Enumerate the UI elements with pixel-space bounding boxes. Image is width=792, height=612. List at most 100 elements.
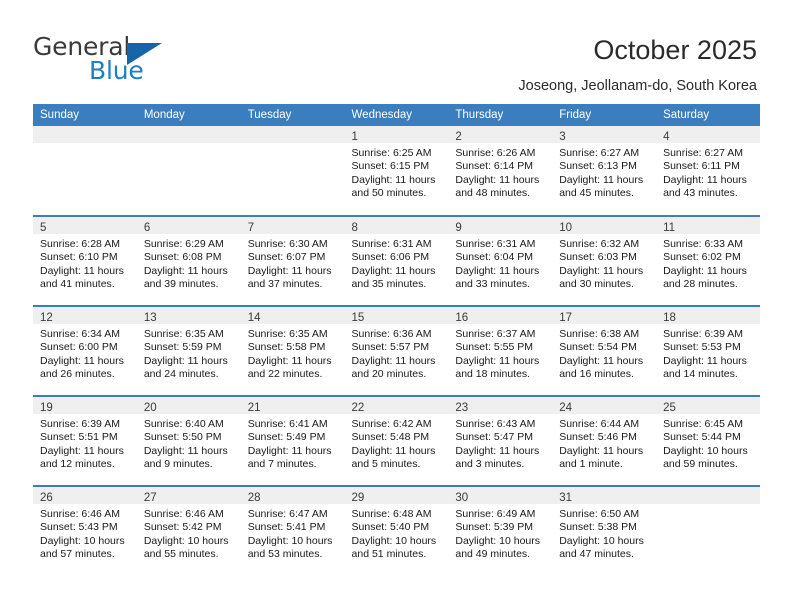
day-number: 17 bbox=[559, 312, 573, 324]
day-detail-line: Sunrise: 6:33 AM bbox=[663, 238, 744, 250]
weekday-header-wednesday: Wednesday bbox=[344, 104, 449, 126]
day-detail-line: and 14 minutes. bbox=[663, 368, 738, 381]
day-detail-line: Daylight: 10 hours bbox=[40, 534, 125, 547]
day-detail: Sunrise: 6:44 AM Sunset: 5:46 PM Daylight:… bbox=[552, 414, 656, 472]
day-detail-line: Sunrise: 6:29 AM bbox=[143, 238, 224, 250]
day-number: 5 bbox=[40, 222, 47, 234]
calendar-day-cell[interactable]: 13 Sunrise: 6:35 AM Sunset: 5:59 PM Dayligh… bbox=[136, 305, 241, 396]
calendar-day-cell[interactable]: 21 Sunrise: 6:41 AM Sunset: 5:49 PM Dayligh… bbox=[240, 395, 345, 486]
day-number-band: 2 bbox=[448, 126, 553, 143]
calendar-day-cell[interactable]: 28 Sunrise: 6:47 AM Sunset: 5:41 PM Dayligh… bbox=[240, 485, 345, 576]
day-detail: Sunrise: 6:27 AM Sunset: 6:11 PM Daylight:… bbox=[656, 143, 760, 201]
day-detail-line: Sunset: 5:50 PM bbox=[143, 431, 222, 444]
calendar-day-cell[interactable]: 4 Sunrise: 6:27 AM Sunset: 6:11 PM Daylight… bbox=[656, 126, 760, 216]
calendar-day-cell[interactable]: 12 Sunrise: 6:34 AM Sunset: 6:00 PM Dayligh… bbox=[33, 305, 137, 396]
calendar-day-cell[interactable]: 6 Sunrise: 6:29 AM Sunset: 6:08 PM Daylight… bbox=[136, 215, 241, 306]
calendar-day-cell[interactable]: 19 Sunrise: 6:39 AM Sunset: 5:51 PM Dayligh… bbox=[33, 395, 137, 486]
day-detail-line: Daylight: 11 hours bbox=[143, 354, 228, 367]
day-detail-line: Daylight: 10 hours bbox=[455, 534, 541, 547]
day-detail-line: and 53 minutes. bbox=[247, 548, 323, 561]
day-detail: Sunrise: 6:35 AM Sunset: 5:59 PM Daylight:… bbox=[137, 324, 241, 382]
day-number-band: 27 bbox=[136, 488, 241, 504]
day-detail-line: Sunrise: 6:36 AM bbox=[351, 328, 432, 340]
day-number-band: 5 bbox=[33, 218, 137, 234]
day-detail-line: Sunset: 6:10 PM bbox=[40, 251, 118, 264]
calendar-day-cell[interactable]: 23 Sunrise: 6:43 AM Sunset: 5:47 PM Dayligh… bbox=[448, 395, 553, 486]
day-detail-line: Sunset: 5:55 PM bbox=[455, 341, 534, 354]
calendar-day-cell[interactable]: 9 Sunrise: 6:31 AM Sunset: 6:04 PM Daylight… bbox=[448, 215, 553, 306]
day-number-band: 9 bbox=[448, 218, 553, 234]
day-detail-line: Sunrise: 6:44 AM bbox=[559, 418, 640, 430]
weekday-header-saturday: Saturday bbox=[656, 104, 760, 126]
day-detail: Sunrise: 6:43 AM Sunset: 5:47 PM Daylight:… bbox=[448, 414, 552, 472]
calendar-day-cell[interactable]: 31 Sunrise: 6:50 AM Sunset: 5:38 PM Dayligh… bbox=[552, 485, 657, 576]
day-detail-line: and 35 minutes. bbox=[351, 278, 427, 291]
calendar-day-cell[interactable]: 17 Sunrise: 6:38 AM Sunset: 5:54 PM Dayligh… bbox=[552, 305, 657, 396]
calendar-day-cell[interactable]: 3 Sunrise: 6:27 AM Sunset: 6:13 PM Daylight… bbox=[552, 126, 657, 216]
day-detail-line: Daylight: 11 hours bbox=[351, 264, 436, 277]
calendar-day-cell[interactable]: 29 Sunrise: 6:48 AM Sunset: 5:40 PM Dayligh… bbox=[344, 485, 449, 576]
calendar-day-cell[interactable]: 11 Sunrise: 6:33 AM Sunset: 6:02 PM Dayligh… bbox=[656, 215, 760, 306]
day-detail-line: Sunset: 6:08 PM bbox=[143, 251, 222, 264]
day-number: 8 bbox=[351, 222, 358, 234]
calendar-day-cell[interactable]: 22 Sunrise: 6:42 AM Sunset: 5:48 PM Dayligh… bbox=[344, 395, 449, 486]
calendar-day-cell[interactable]: 20 Sunrise: 6:40 AM Sunset: 5:50 PM Dayligh… bbox=[136, 395, 241, 486]
day-detail-line: and 30 minutes. bbox=[559, 278, 634, 291]
day-number: 10 bbox=[559, 222, 573, 234]
day-number: 19 bbox=[40, 402, 53, 414]
page-title: October 2025 bbox=[593, 35, 757, 65]
page-header: General Blue October 2025 Joseong, Jeoll… bbox=[0, 0, 792, 104]
day-detail-line: Daylight: 11 hours bbox=[40, 264, 124, 277]
brand-logo[interactable]: General Blue bbox=[33, 33, 253, 85]
calendar-day-cell[interactable]: 15 Sunrise: 6:36 AM Sunset: 5:57 PM Dayligh… bbox=[344, 305, 449, 396]
day-detail-line: Daylight: 11 hours bbox=[143, 444, 228, 457]
day-number-band: 25 bbox=[656, 398, 760, 414]
day-detail-line: Daylight: 10 hours bbox=[663, 444, 748, 457]
calendar-day-cell[interactable]: 1 Sunrise: 6:25 AM Sunset: 6:15 PM Daylight… bbox=[344, 126, 449, 216]
day-detail-line: Daylight: 11 hours bbox=[559, 264, 644, 277]
day-detail-line: Daylight: 11 hours bbox=[247, 354, 332, 367]
day-detail-line: Sunset: 6:02 PM bbox=[663, 251, 741, 264]
day-number: 29 bbox=[351, 492, 365, 504]
day-number: 27 bbox=[143, 492, 157, 504]
day-detail-line: Sunset: 6:07 PM bbox=[247, 251, 326, 264]
calendar-day-cell[interactable]: 16 Sunrise: 6:37 AM Sunset: 5:55 PM Dayligh… bbox=[448, 305, 553, 396]
day-detail: Sunrise: 6:33 AM Sunset: 6:02 PM Daylight:… bbox=[656, 234, 760, 292]
day-detail-line: Sunrise: 6:41 AM bbox=[247, 418, 328, 430]
calendar-day-cell[interactable]: 24 Sunrise: 6:44 AM Sunset: 5:46 PM Dayligh… bbox=[552, 395, 657, 486]
day-number-band: 3 bbox=[552, 126, 657, 143]
day-number-band: 19 bbox=[33, 398, 137, 414]
day-detail-line: Sunrise: 6:30 AM bbox=[247, 238, 328, 250]
day-detail: Sunrise: 6:42 AM Sunset: 5:48 PM Daylight:… bbox=[345, 414, 449, 472]
calendar-day-cell[interactable]: 10 Sunrise: 6:32 AM Sunset: 6:03 PM Dayligh… bbox=[552, 215, 657, 306]
calendar-day-cell[interactable]: 26 Sunrise: 6:46 AM Sunset: 5:43 PM Dayligh… bbox=[33, 485, 137, 576]
day-detail-line: and 28 minutes. bbox=[663, 278, 738, 291]
calendar-week-row: 26 Sunrise: 6:46 AM Sunset: 5:43 PM Dayligh… bbox=[33, 485, 760, 576]
calendar-day-cell[interactable]: 30 Sunrise: 6:49 AM Sunset: 5:39 PM Dayligh… bbox=[448, 485, 553, 576]
day-number-band: 14 bbox=[240, 308, 345, 324]
day-detail: Sunrise: 6:48 AM Sunset: 5:40 PM Daylight:… bbox=[345, 504, 449, 562]
day-detail-line: Sunset: 5:46 PM bbox=[559, 431, 637, 444]
calendar-day-cell[interactable]: 8 Sunrise: 6:31 AM Sunset: 6:06 PM Daylight… bbox=[344, 215, 449, 306]
calendar-day-cell[interactable]: 2 Sunrise: 6:26 AM Sunset: 6:14 PM Daylight… bbox=[448, 126, 553, 216]
calendar-day-cell[interactable]: 18 Sunrise: 6:39 AM Sunset: 5:53 PM Dayligh… bbox=[656, 305, 760, 396]
calendar-body: 1 Sunrise: 6:25 AM Sunset: 6:15 PM Daylight… bbox=[33, 126, 760, 576]
day-number: 2 bbox=[455, 131, 462, 143]
calendar-day-cell[interactable]: 27 Sunrise: 6:46 AM Sunset: 5:42 PM Dayligh… bbox=[136, 485, 241, 576]
calendar-header-row: Sunday Monday Tuesday Wednesday Thursday… bbox=[33, 104, 760, 126]
calendar-day-cell[interactable]: 14 Sunrise: 6:35 AM Sunset: 5:58 PM Dayligh… bbox=[240, 305, 345, 396]
day-detail-line: Daylight: 11 hours bbox=[40, 444, 124, 457]
day-detail-line: and 41 minutes. bbox=[40, 278, 115, 291]
day-detail-line: Daylight: 11 hours bbox=[455, 173, 540, 186]
calendar-day-cell[interactable]: 7 Sunrise: 6:30 AM Sunset: 6:07 PM Daylight… bbox=[240, 215, 345, 306]
calendar-day-cell[interactable]: 5 Sunrise: 6:28 AM Sunset: 6:10 PM Daylight… bbox=[33, 215, 137, 306]
day-number-band: 12 bbox=[33, 308, 137, 324]
day-detail-line: Sunset: 6:11 PM bbox=[663, 160, 740, 173]
day-detail-line: Sunset: 5:44 PM bbox=[663, 431, 741, 444]
day-number-band: 15 bbox=[344, 308, 449, 324]
day-detail: Sunrise: 6:37 AM Sunset: 5:55 PM Daylight:… bbox=[448, 324, 552, 382]
calendar-day-cell[interactable]: 25 Sunrise: 6:45 AM Sunset: 5:44 PM Dayligh… bbox=[656, 395, 760, 486]
day-detail-line: Sunrise: 6:43 AM bbox=[455, 418, 536, 430]
day-number-band: 17 bbox=[552, 308, 657, 324]
day-detail-line: and 22 minutes. bbox=[247, 368, 323, 381]
